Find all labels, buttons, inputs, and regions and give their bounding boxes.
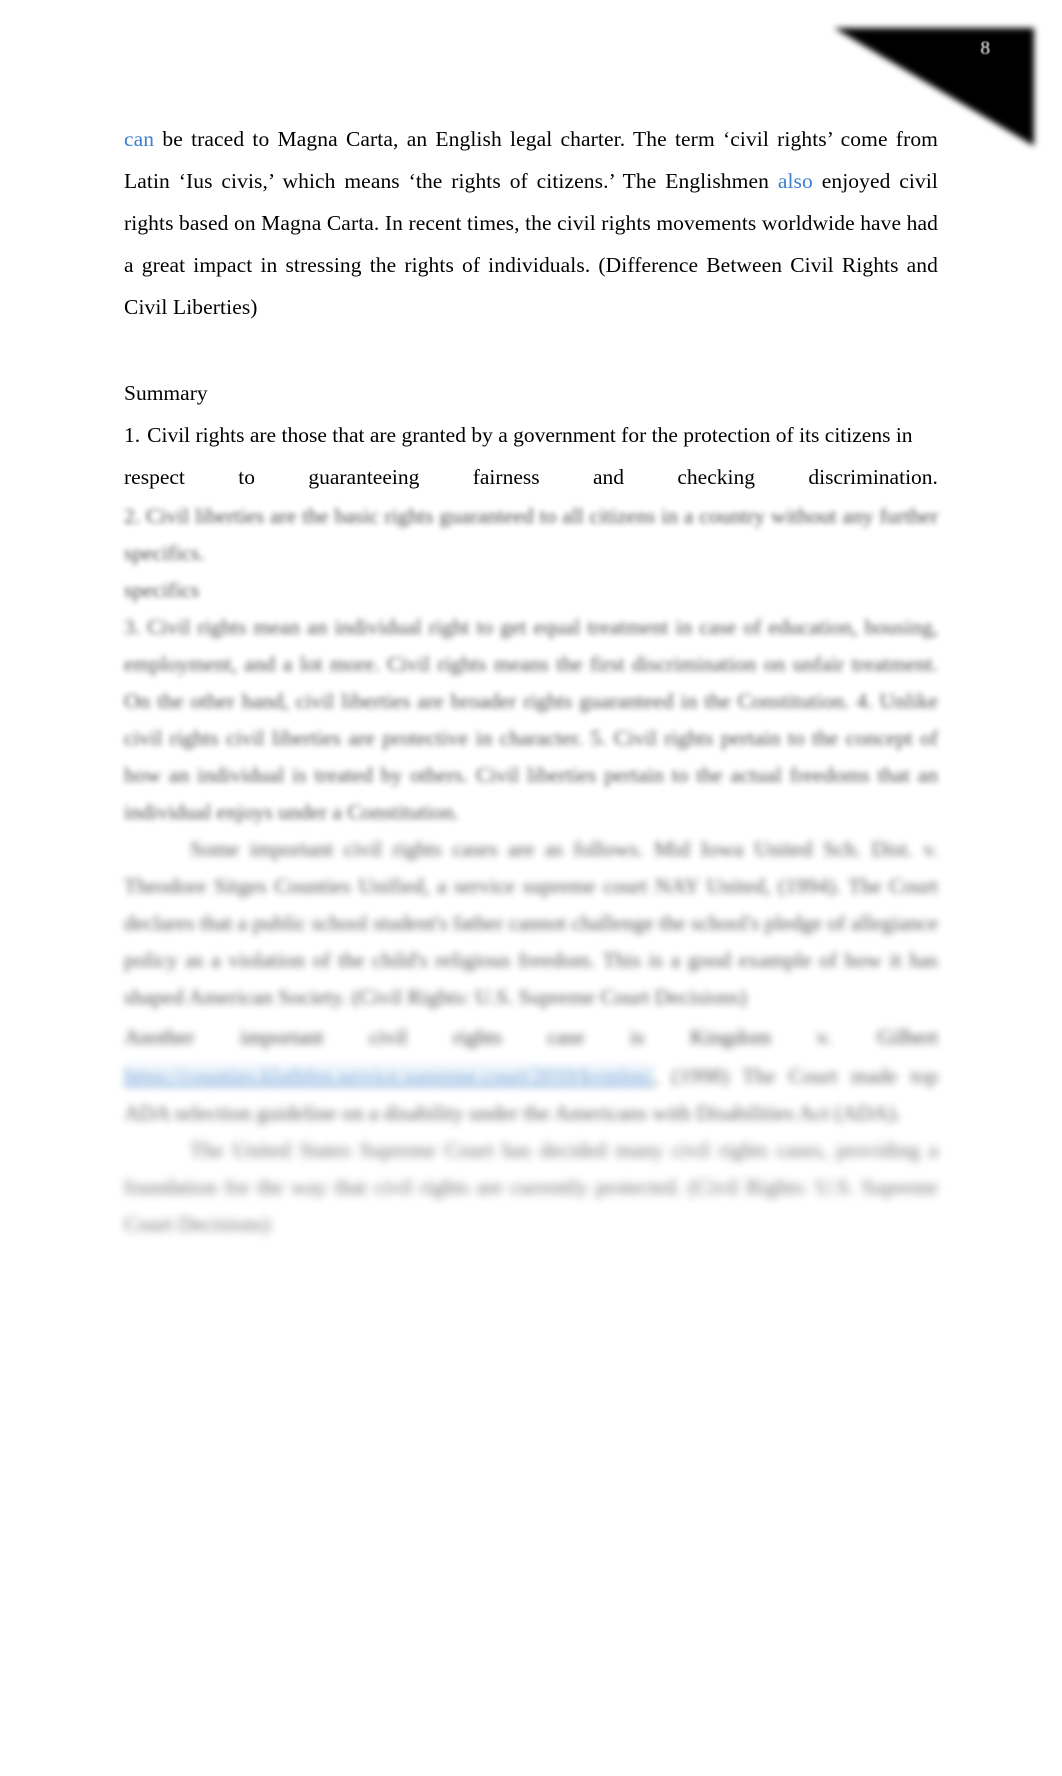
obscured-line: The United States Supreme Court has deci… xyxy=(190,1138,938,1162)
obscured-word: Kingdom xyxy=(689,1025,772,1049)
obscured-word: v. xyxy=(816,1025,832,1049)
intro-paragraph: can be traced to Magna Carta, an English… xyxy=(124,118,938,328)
justified-word: respect xyxy=(124,465,185,489)
obscured-line: Society. (Civil Rights: U.S. Supreme Cou… xyxy=(278,985,747,1009)
summary-heading: Summary xyxy=(124,381,208,405)
inline-link-also[interactable]: also xyxy=(778,169,813,193)
obscured-paragraph-2-link-line: https://counties.kluthfen.service.suprem… xyxy=(124,1058,938,1132)
justified-word: and xyxy=(592,465,625,489)
obscured-line: employment, and a lot more. Civil rights… xyxy=(124,652,938,676)
justified-word: to xyxy=(238,465,255,489)
obscured-line: 3. Civil rights mean an individual right… xyxy=(124,615,938,639)
obscured-line: foundation for the way that civil rights… xyxy=(124,1175,938,1199)
justified-word: checking xyxy=(677,465,755,489)
obscured-line: On the other hand, civil liberties are b… xyxy=(124,689,850,713)
obscured-hyperlink[interactable]: https://counties.kluthfen.service.suprem… xyxy=(124,1064,654,1088)
obscured-block-item-3: 3. Civil rights mean an individual right… xyxy=(124,609,938,831)
obscured-word: is xyxy=(630,1025,645,1049)
obscured-block-item-2: 2. Civil liberties are the basic rights … xyxy=(124,498,938,572)
obscured-word: rights xyxy=(452,1025,502,1049)
obscured-line: 2. Civil liberties are the basic rights … xyxy=(124,504,938,565)
summary-item-1-line2: respect to guaranteeing fairness and che… xyxy=(124,456,938,498)
summary-item-1: 1. Civil rights are those that are grante… xyxy=(124,414,938,456)
obscured-word: civil xyxy=(369,1025,408,1049)
obscured-block-item-2-tail: specifics xyxy=(124,572,938,609)
justified-word: discrimination. xyxy=(808,465,938,489)
list-marker: 1. xyxy=(124,423,141,447)
document-page: 8 can be traced to Magna Carta, an Engli… xyxy=(0,0,1062,1776)
obscured-paragraph-2-lead: Another important civil rights case is K… xyxy=(124,1016,938,1058)
obscured-text-region: 2. Civil liberties are the basic rights … xyxy=(124,498,938,1243)
inline-link-can[interactable]: can xyxy=(124,127,154,151)
obscured-word: Another xyxy=(124,1025,195,1049)
obscured-paragraph-3: The United States Supreme Court has deci… xyxy=(124,1132,938,1243)
obscured-line: specifics xyxy=(124,578,200,602)
justified-word: fairness xyxy=(472,465,540,489)
summary-item-1-line1: Civil rights are those that are granted … xyxy=(147,423,913,447)
obscured-paragraph-1: Some important civil rights cases are as… xyxy=(124,831,938,1016)
obscured-word: important xyxy=(240,1025,324,1049)
obscured-word: Gilbert xyxy=(877,1025,938,1049)
page-number: 8 xyxy=(980,38,991,59)
obscured-word: case xyxy=(547,1025,585,1049)
document-body: can be traced to Magna Carta, an English… xyxy=(124,118,938,1243)
intro-line2-before: ‘Ius civis,’ which means ‘the rights of … xyxy=(178,169,778,193)
obscured-line: Court Decisions) xyxy=(124,1212,271,1236)
justified-word: guaranteeing xyxy=(308,465,420,489)
